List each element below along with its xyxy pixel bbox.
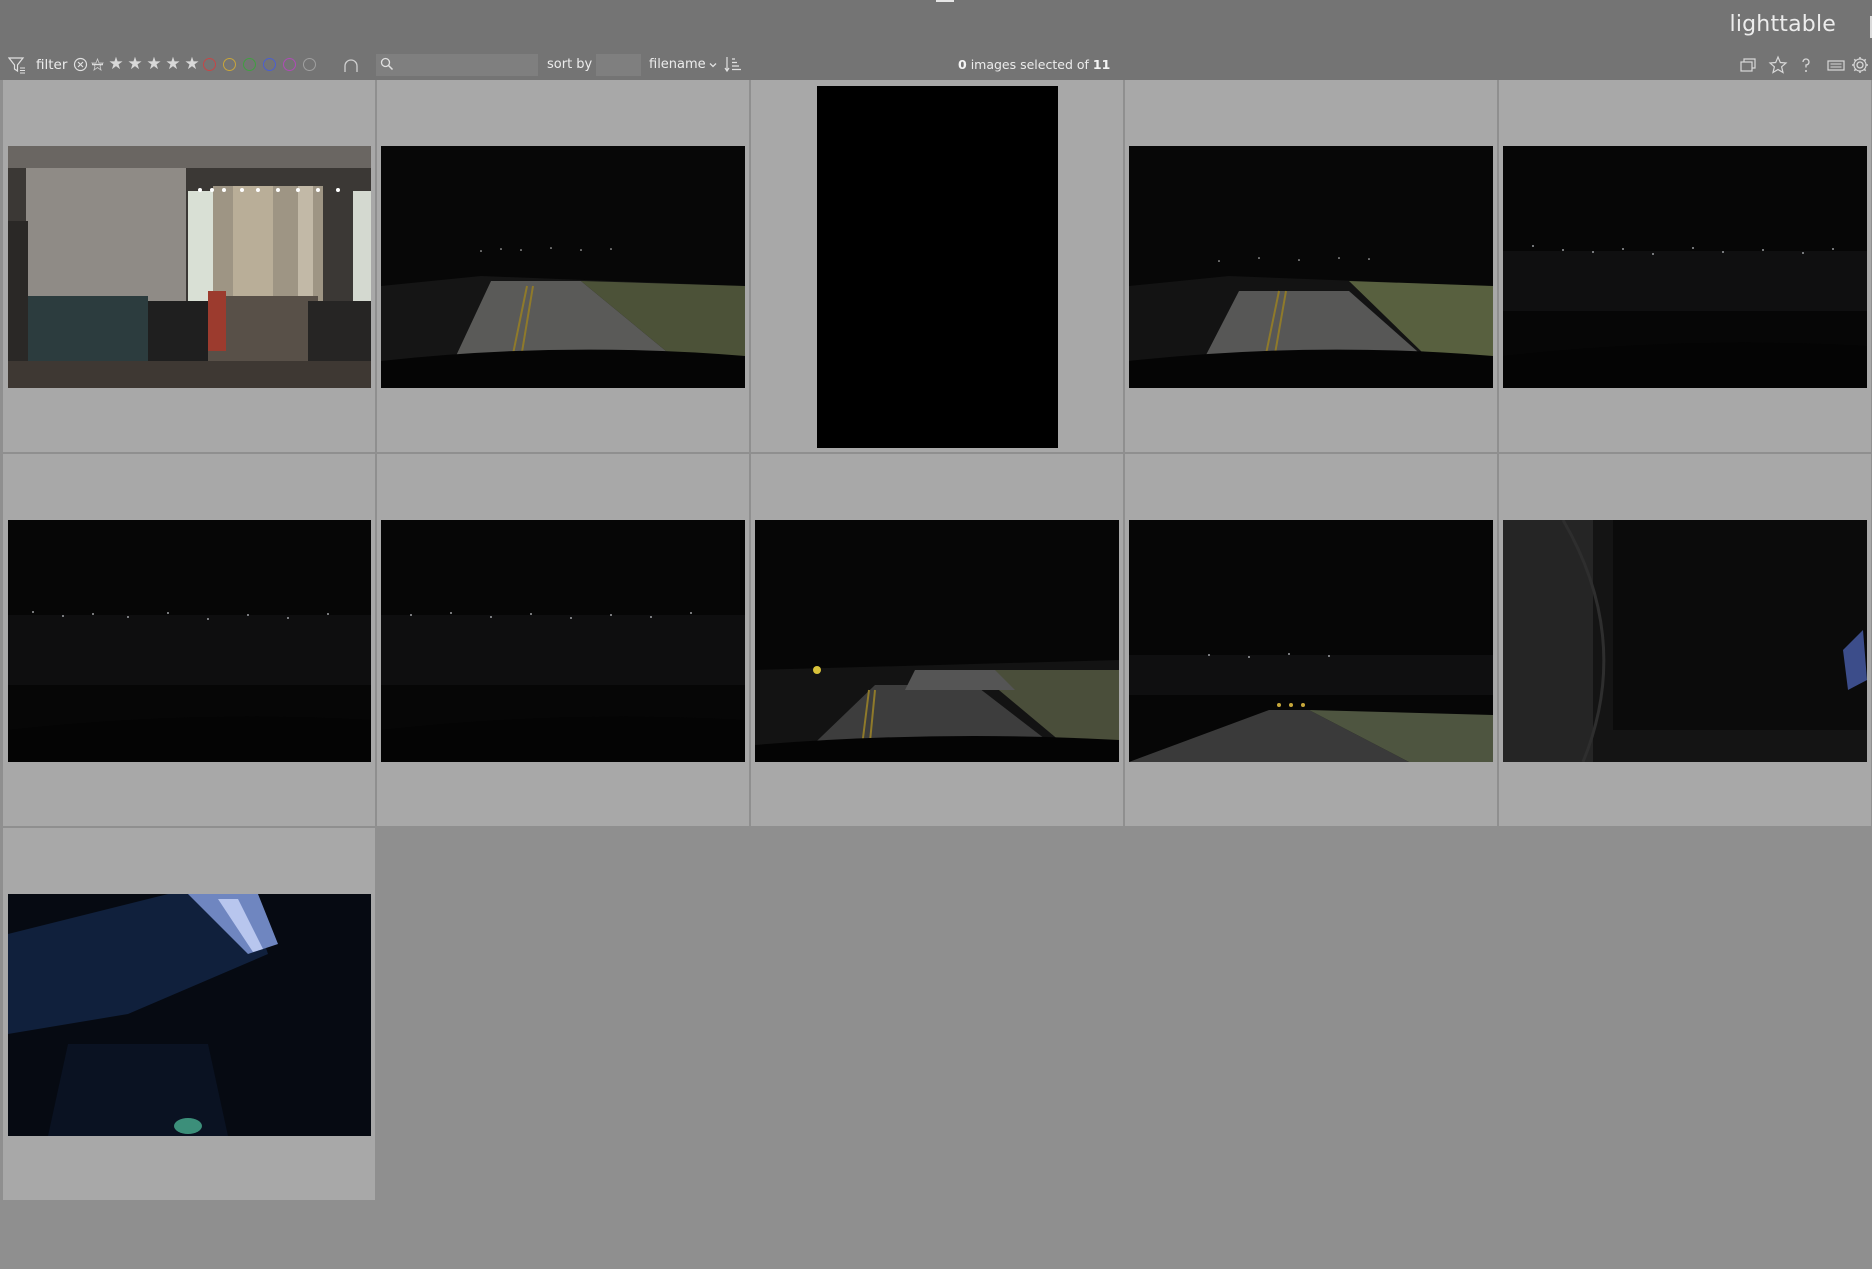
filter-toolbar: filter ★ ★ ★ ★ ★ sort by filename 0 imag…	[0, 54, 1872, 78]
lighttable-grid	[3, 80, 1872, 1205]
blue-label-icon[interactable]	[263, 58, 276, 71]
yellow-label-icon[interactable]	[223, 58, 236, 71]
sort-select-background	[596, 54, 641, 76]
thumbnail-image-indoor-room[interactable]	[8, 146, 371, 388]
sort-by-value: filename	[649, 57, 706, 72]
top-panel: lighttable filter ★ ★ ★ ★ ★ sort by file…	[0, 0, 1872, 80]
chevron-down-icon	[708, 60, 718, 70]
star-icon[interactable]: ★	[164, 54, 182, 74]
sort-order-icon[interactable]	[724, 55, 742, 73]
star-icon[interactable]: ★	[107, 54, 125, 74]
star-overlay-icon[interactable]	[1768, 55, 1788, 75]
total-count: 11	[1092, 57, 1111, 72]
thumbnail-cell[interactable]	[751, 454, 1123, 826]
gray-label-icon[interactable]	[303, 58, 316, 71]
thumbnail-image-night-road-lights[interactable]	[1129, 520, 1493, 762]
color-label-filters	[203, 56, 316, 71]
thumbnail-image-night-road-sign[interactable]	[755, 520, 1119, 762]
rating-stars: ★ ★ ★ ★ ★	[107, 54, 201, 74]
red-label-icon[interactable]	[203, 58, 216, 71]
thumbnail-image-night-road[interactable]	[381, 146, 745, 388]
keyboard-shortcuts-icon[interactable]	[1826, 55, 1846, 75]
thumbnail-cell[interactable]	[377, 454, 749, 826]
grouping-icon[interactable]	[1738, 55, 1758, 75]
help-icon[interactable]	[1796, 55, 1816, 75]
top-panel-collapse-handle[interactable]	[936, 0, 954, 2]
star-icon[interactable]: ★	[145, 54, 163, 74]
thumbnail-image-night-road-2[interactable]	[1129, 146, 1493, 388]
sort-by-label: sort by	[547, 57, 593, 72]
gear-icon[interactable]	[1850, 55, 1870, 75]
star-icon[interactable]: ★	[126, 54, 144, 74]
green-label-icon[interactable]	[243, 58, 256, 71]
sort-by-select[interactable]: filename	[596, 54, 718, 76]
thumbnail-image-city-lights-3[interactable]	[381, 520, 745, 762]
view-title[interactable]: lighttable	[1730, 12, 1836, 37]
label-logic-and-icon[interactable]	[342, 58, 360, 74]
filter-icon[interactable]	[8, 56, 26, 74]
thumbnail-cell[interactable]	[1125, 80, 1497, 452]
selection-count: 0 images selected of 11	[958, 57, 1110, 72]
thumbnail-cell[interactable]	[1499, 454, 1871, 826]
thumbnail-image-city-lights[interactable]	[1503, 146, 1867, 388]
reject-icon[interactable]	[90, 57, 105, 72]
thumbnail-cell[interactable]	[3, 80, 375, 452]
purple-label-icon[interactable]	[283, 58, 296, 71]
thumbnail-image-blue-interior[interactable]	[8, 894, 371, 1136]
search-input[interactable]	[376, 54, 538, 76]
thumbnail-cell[interactable]	[3, 828, 375, 1200]
selection-middle-text: images selected of	[970, 57, 1089, 72]
thumbnail-cell[interactable]	[3, 454, 375, 826]
thumbnail-image-dark-equipment[interactable]	[1503, 520, 1867, 762]
thumbnail-cell[interactable]	[1499, 80, 1871, 452]
thumbnail-image-black-portrait[interactable]	[817, 86, 1058, 448]
search-icon	[380, 57, 394, 71]
filter-label: filter	[36, 57, 68, 73]
thumbnail-cell[interactable]	[1125, 454, 1497, 826]
star-icon[interactable]: ★	[183, 54, 201, 74]
thumbnail-image-city-lights-2[interactable]	[8, 520, 371, 762]
thumbnail-cell[interactable]	[377, 80, 749, 452]
selected-count: 0	[958, 57, 967, 72]
thumbnail-cell[interactable]	[751, 80, 1123, 452]
clear-rating-filter-icon[interactable]	[73, 57, 88, 72]
